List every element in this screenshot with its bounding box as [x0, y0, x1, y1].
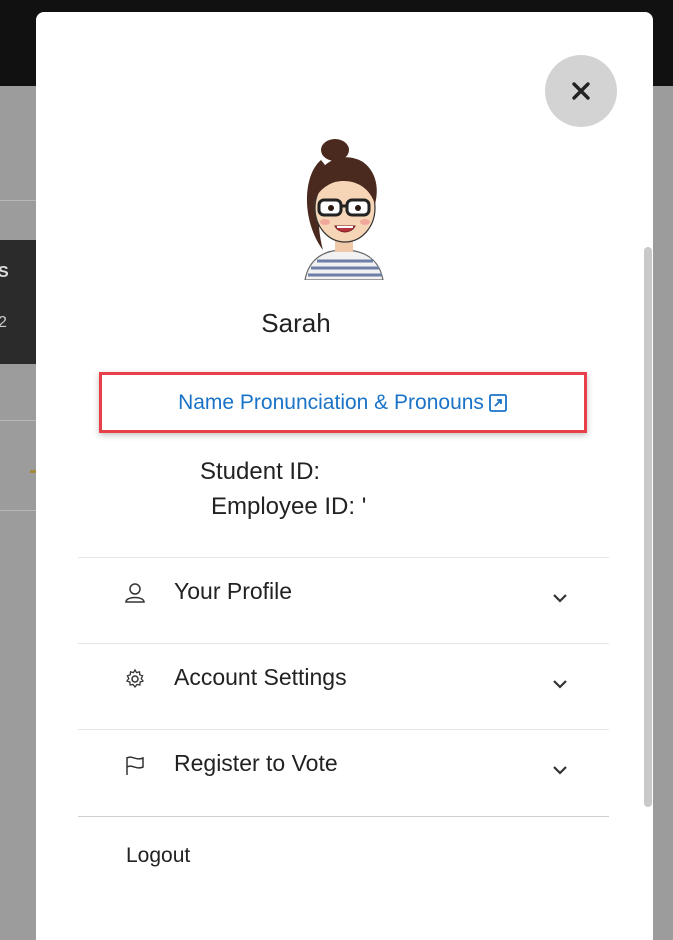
name-pronunciation-link[interactable]: Name Pronunciation & Pronouns	[178, 391, 508, 415]
person-icon	[125, 583, 145, 603]
background-dark-strip	[0, 240, 36, 364]
menu-item-register-to-vote[interactable]: Register to Vote	[78, 730, 609, 816]
background-strip-text: S	[0, 264, 9, 281]
student-id-label: Student ID:	[200, 458, 321, 485]
divider	[78, 816, 609, 817]
pronunciation-highlight: Name Pronunciation & Pronouns	[99, 372, 587, 433]
menu-item-label: Account Settings	[174, 664, 347, 690]
avatar	[304, 139, 384, 280]
menu-item-label: Your Profile	[174, 578, 293, 604]
employee-id-label: Employee ID:	[211, 493, 356, 520]
chevron-down-icon	[553, 680, 567, 689]
logout-link[interactable]: Logout	[126, 844, 190, 868]
external-link-icon	[489, 393, 507, 412]
flag-icon	[126, 756, 144, 775]
background-strip-text: 2	[0, 314, 7, 331]
chevron-down-icon	[553, 766, 567, 775]
pronunciation-link-label: Name Pronunciation & Pronouns	[178, 390, 484, 414]
user-name: Sarah	[261, 308, 331, 338]
background-divider	[0, 510, 36, 511]
employee-id-value: '	[361, 493, 367, 520]
scrollbar[interactable]	[644, 247, 652, 807]
background-divider	[0, 420, 36, 421]
close-button[interactable]	[545, 55, 617, 127]
profile-modal: Sarah Name Pronunciation & Pronouns Stud…	[36, 12, 653, 940]
chevron-down-icon	[553, 594, 567, 603]
menu-item-label: Register to Vote	[174, 750, 338, 776]
menu-item-account-settings[interactable]: Account Settings	[78, 644, 609, 730]
employee-id-row: Employee ID: '	[211, 493, 366, 521]
close-icon	[572, 82, 590, 100]
background-divider	[0, 200, 36, 201]
menu-item-your-profile[interactable]: Your Profile	[78, 558, 609, 644]
gear-icon	[125, 668, 145, 689]
